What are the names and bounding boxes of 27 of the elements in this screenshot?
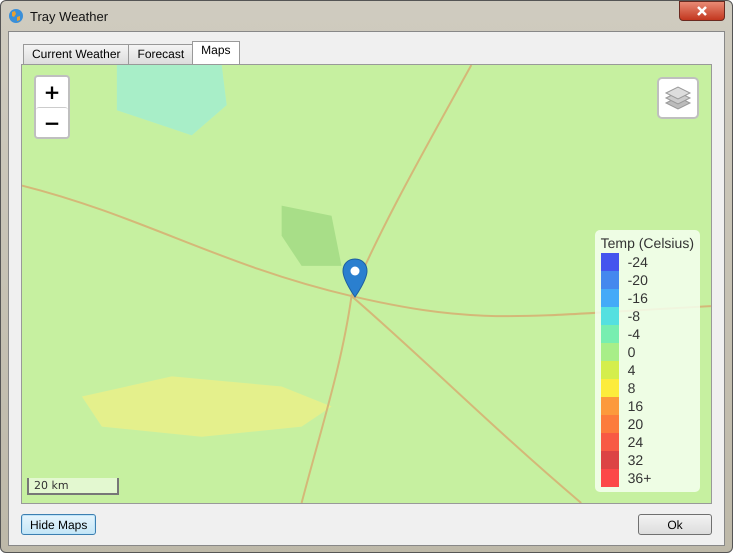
legend-label: -20 — [628, 272, 648, 288]
globe-icon — [8, 8, 24, 24]
close-icon — [696, 6, 708, 16]
legend-label: -24 — [628, 254, 648, 270]
legend-label: 8 — [628, 380, 636, 396]
legend-label: 20 — [628, 416, 644, 432]
legend-label: -16 — [628, 290, 648, 306]
legend-title: Temp (Celsius) — [600, 235, 694, 251]
legend-label: 24 — [628, 434, 644, 450]
window-title: Tray Weather — [30, 8, 108, 24]
legend-label: 32 — [628, 452, 644, 468]
legend-label: -8 — [628, 308, 640, 324]
scale-bar: 20 km — [27, 478, 119, 495]
tab[interactable]: Current Weather — [23, 44, 130, 64]
tab[interactable]: Forecast — [128, 44, 194, 64]
layers-button[interactable] — [657, 77, 699, 119]
tab[interactable]: Maps — [192, 41, 240, 64]
legend-label: 4 — [628, 362, 636, 378]
dialog-button[interactable]: Hide Maps — [21, 514, 96, 535]
dialog-button[interactable]: Ok — [638, 514, 712, 535]
legend-label: 36+ — [628, 470, 652, 486]
close-button[interactable] — [679, 1, 725, 21]
layers-icon — [664, 85, 692, 111]
legend-label: -4 — [628, 326, 640, 342]
legend-label: 16 — [628, 398, 644, 414]
legend-label: 0 — [628, 344, 636, 360]
map-marker-icon[interactable] — [342, 258, 368, 298]
